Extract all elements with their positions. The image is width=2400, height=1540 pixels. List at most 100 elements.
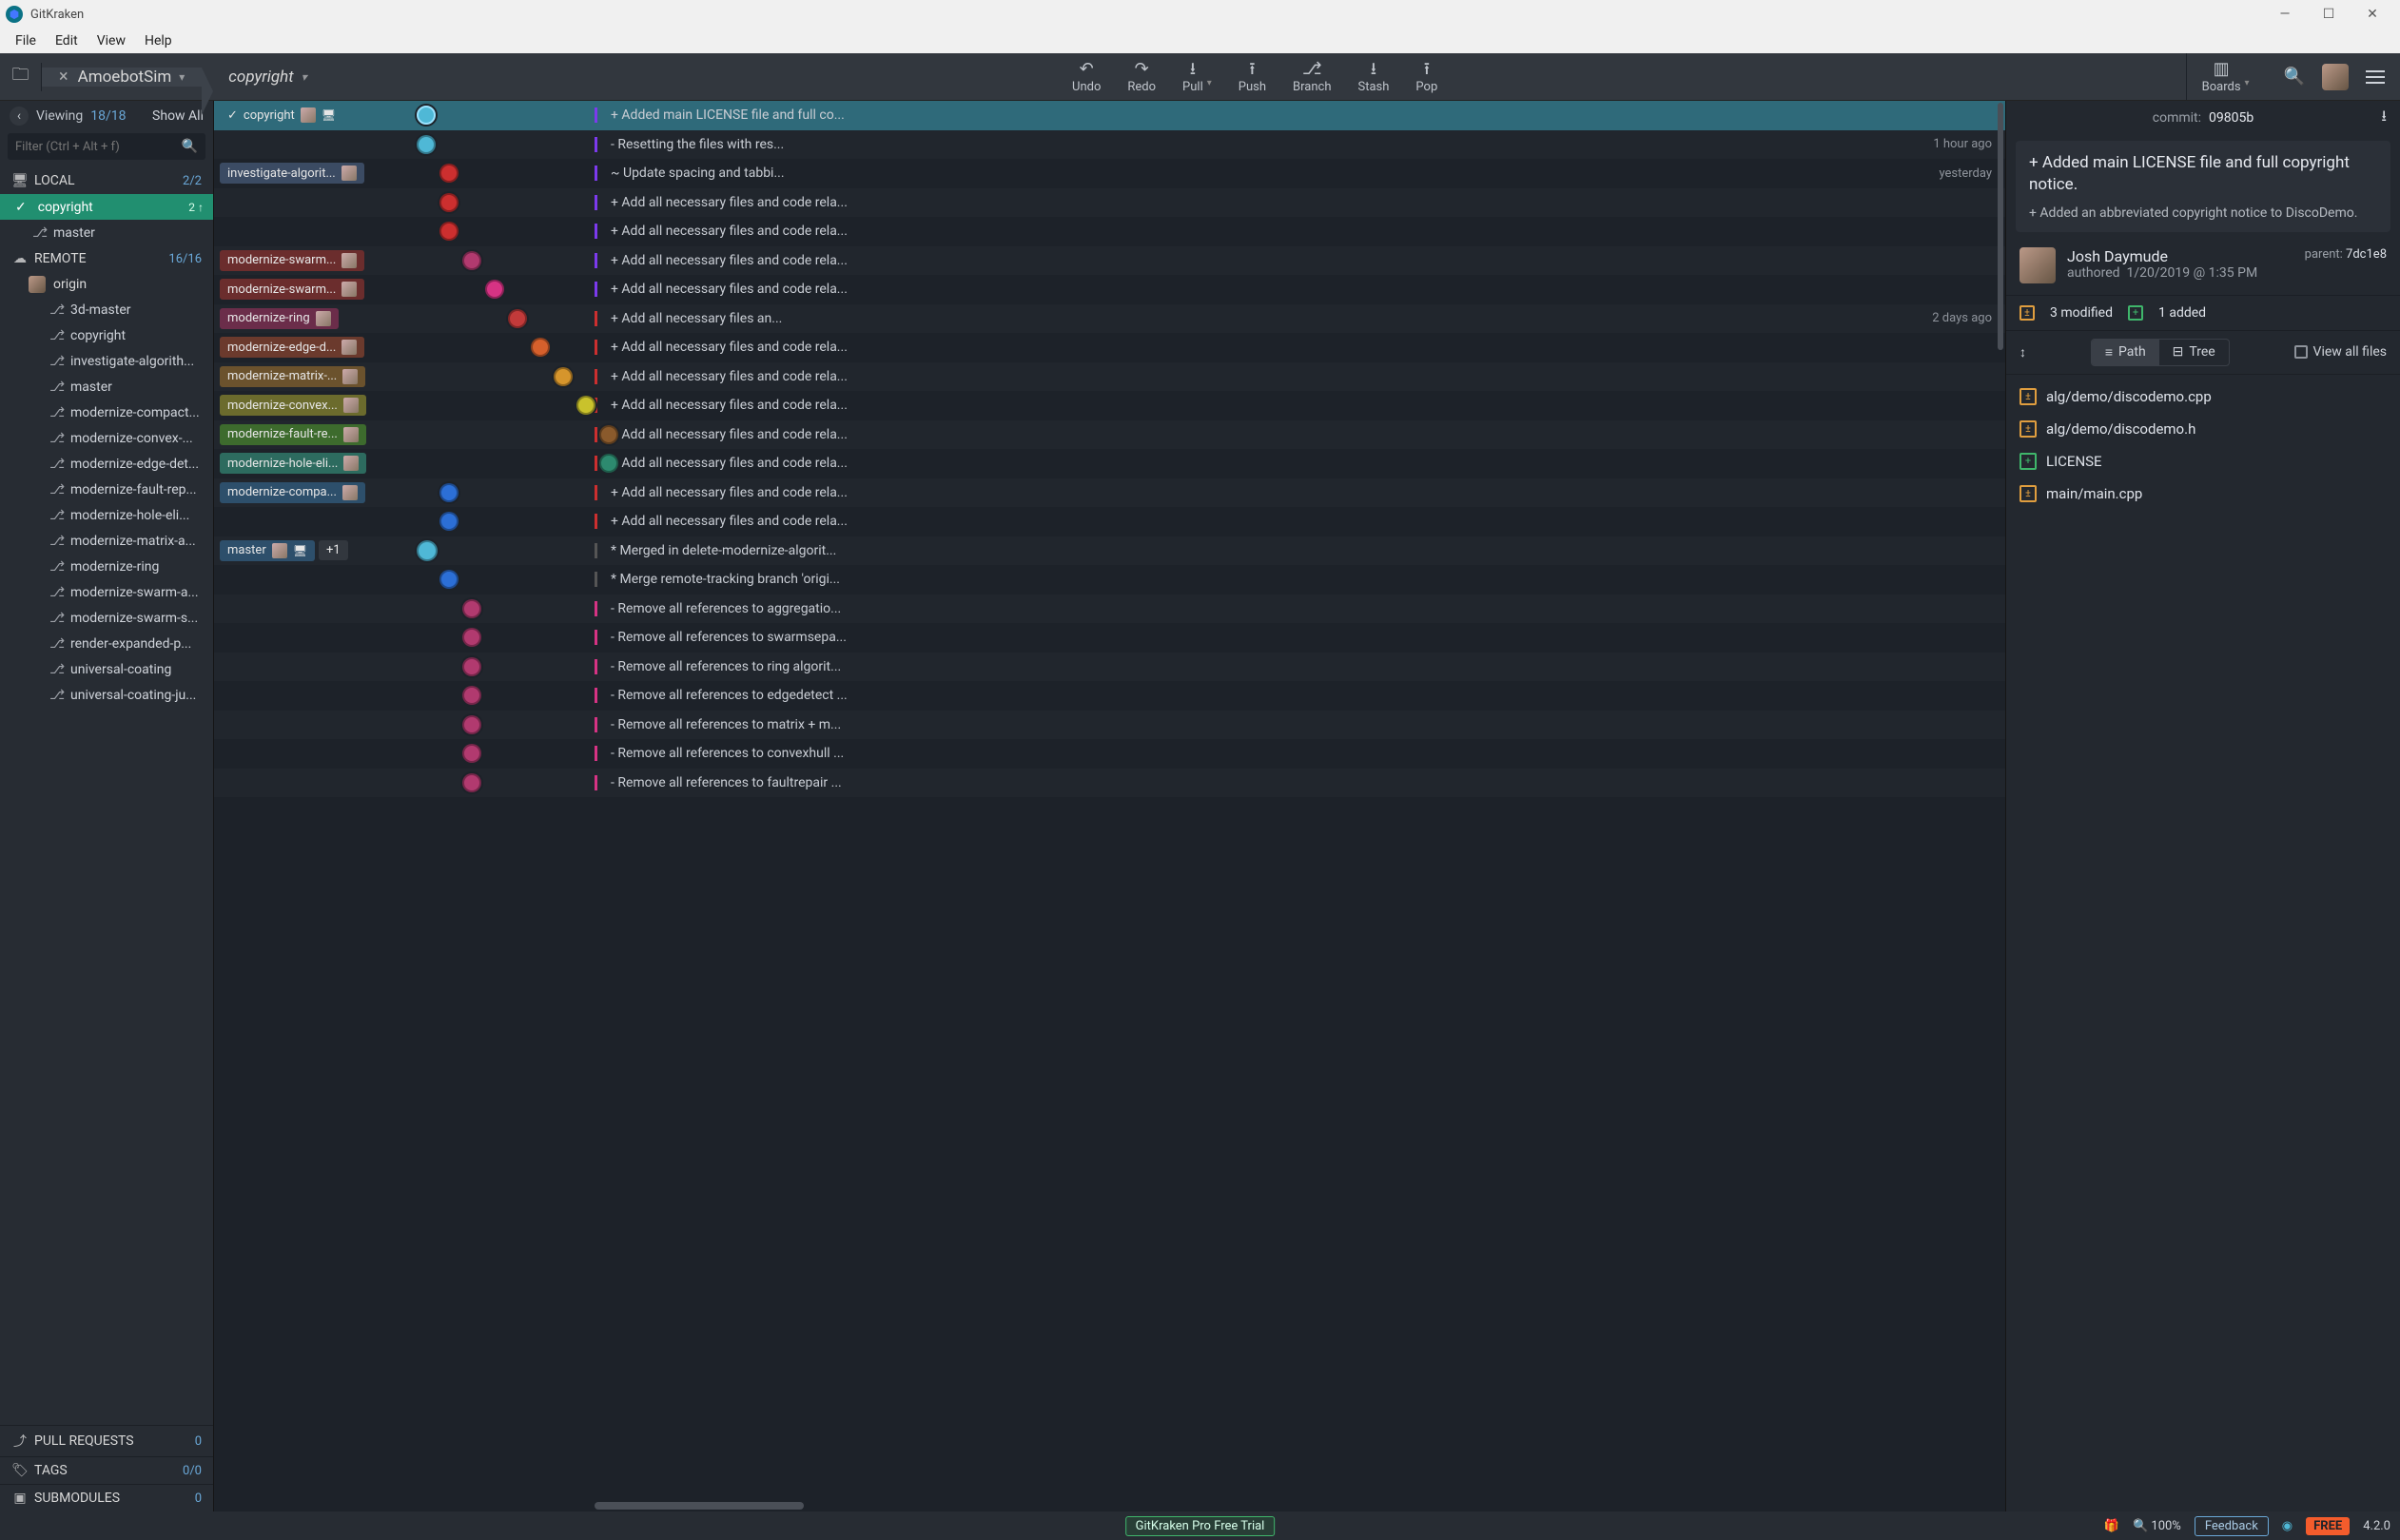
commit-row[interactable]: + Add all necessary files and code rela.… <box>214 217 2005 246</box>
search-button[interactable]: 🔍 <box>2284 67 2305 87</box>
branch-tag[interactable]: modernize-edge-d... <box>220 337 364 358</box>
commit-row[interactable]: - Remove all references to swarmsepa... <box>214 623 2005 653</box>
commit-node[interactable] <box>462 686 481 705</box>
local-section-header[interactable]: 🖥 LOCAL 2/2 <box>0 167 213 194</box>
local-branch-item[interactable]: ⎇master <box>0 220 213 245</box>
commit-node[interactable] <box>462 715 481 734</box>
commit-row[interactable]: modernize-ring+ Add all necessary files … <box>214 304 2005 334</box>
commit-row[interactable]: + Add all necessary files and code rela.… <box>214 188 2005 218</box>
close-tab-icon[interactable]: × <box>59 68 68 86</box>
commit-row[interactable]: master🖥+1* Merged in delete-modernize-al… <box>214 536 2005 566</box>
commit-node[interactable] <box>508 309 527 328</box>
submodules-header[interactable]: ▣ SUBMODULES 0 <box>0 1484 213 1511</box>
remote-origin[interactable]: origin <box>0 272 213 297</box>
tree-toggle[interactable]: ⊟Tree <box>2159 340 2229 365</box>
settings-menu-button[interactable] <box>2366 70 2385 84</box>
pop-button[interactable]: ⭱Pop <box>1415 60 1437 94</box>
zoom-control[interactable]: 🔍 100% <box>2133 1519 2181 1533</box>
branch-tag[interactable]: modernize-swarm... <box>220 250 364 271</box>
commit-row[interactable]: investigate-algorit...~ Update spacing a… <box>214 159 2005 188</box>
branch-tag[interactable]: modernize-compa... <box>220 482 365 503</box>
filter-input[interactable] <box>15 133 182 160</box>
branch-tag[interactable]: ✓copyright🖥 <box>220 105 343 126</box>
menu-view[interactable]: View <box>88 31 135 50</box>
undo-button[interactable]: ↶Undo <box>1072 60 1101 94</box>
remote-branch-item[interactable]: ⎇render-expanded-p... <box>0 631 213 656</box>
commit-node[interactable] <box>531 338 550 357</box>
commit-row[interactable]: - Remove all references to faultrepair .… <box>214 769 2005 798</box>
commit-node[interactable] <box>439 193 459 212</box>
trial-badge[interactable]: GitKraken Pro Free Trial <box>1125 1516 1276 1536</box>
push-button[interactable]: ⭱Push <box>1239 60 1266 94</box>
commit-row[interactable]: ✓copyright🖥+ Added main LICENSE file and… <box>214 101 2005 130</box>
branch-tag[interactable]: modernize-swarm... <box>220 279 364 300</box>
branch-tag[interactable]: modernize-ring <box>220 308 339 329</box>
redo-button[interactable]: ↷Redo <box>1127 60 1156 94</box>
stash-button[interactable]: ⭳Stash <box>1358 60 1390 94</box>
window-minimize-button[interactable]: — <box>2263 0 2307 29</box>
gift-icon[interactable]: 🎁 <box>2104 1519 2119 1533</box>
remote-branch-item[interactable]: ⎇modernize-hole-eli... <box>0 502 213 528</box>
commit-node[interactable] <box>462 599 481 618</box>
changed-file-item[interactable]: ±main/main.cpp <box>2006 478 2400 510</box>
open-repo-button[interactable]: 🗀 <box>0 63 42 91</box>
commit-row[interactable]: modernize-fault-re...+ Add all necessary… <box>214 420 2005 450</box>
commit-node[interactable] <box>462 773 481 792</box>
path-toggle[interactable]: ≡Path <box>2092 340 2159 365</box>
commit-row[interactable]: * Merge remote-tracking branch 'origi... <box>214 565 2005 595</box>
commit-node[interactable] <box>485 280 504 299</box>
pull-button[interactable]: ⭳Pull <box>1182 60 1203 94</box>
commit-row[interactable]: - Resetting the files with res...1 hour … <box>214 130 2005 160</box>
commit-node[interactable] <box>462 744 481 763</box>
remote-branch-item[interactable]: ⎇universal-coating <box>0 656 213 682</box>
commit-row[interactable]: modernize-hole-eli...+ Add all necessary… <box>214 449 2005 478</box>
commit-node[interactable] <box>417 540 438 561</box>
support-icon[interactable]: ◉ <box>2282 1519 2293 1533</box>
remote-branch-item[interactable]: ⎇investigate-algorith... <box>0 348 213 374</box>
commit-node[interactable] <box>554 367 573 386</box>
branch-crumb[interactable]: copyright ▾ <box>202 68 323 87</box>
menu-file[interactable]: File <box>6 31 46 50</box>
commit-node[interactable] <box>462 251 481 270</box>
remote-branch-item[interactable]: ⎇modernize-edge-det... <box>0 451 213 477</box>
branch-tag[interactable]: investigate-algorit... <box>220 163 364 184</box>
remote-branch-item[interactable]: ⎇modernize-fault-rep... <box>0 477 213 502</box>
window-close-button[interactable]: ✕ <box>2351 0 2394 29</box>
commit-node[interactable] <box>439 512 459 531</box>
commit-row[interactable]: - Remove all references to ring algorit.… <box>214 653 2005 682</box>
chevron-down-icon[interactable]: ▾ <box>1207 78 1212 88</box>
commit-row[interactable]: modernize-compa...+ Add all necessary fi… <box>214 478 2005 508</box>
remote-branch-item[interactable]: ⎇3d-master <box>0 297 213 322</box>
commit-row[interactable]: modernize-convex...+ Add all necessary f… <box>214 391 2005 420</box>
commit-node[interactable] <box>439 164 459 183</box>
branch-tag[interactable]: +1 <box>319 540 348 560</box>
commit-node[interactable] <box>599 454 618 473</box>
commit-row[interactable]: modernize-matrix-...+ Add all necessary … <box>214 362 2005 392</box>
menu-help[interactable]: Help <box>135 31 182 50</box>
commit-node[interactable] <box>417 106 436 125</box>
sort-button[interactable]: ↕ <box>2020 344 2026 361</box>
show-all-link[interactable]: Show All <box>152 108 204 124</box>
commit-node[interactable] <box>439 483 459 502</box>
window-maximize-button[interactable]: ☐ <box>2307 0 2351 29</box>
commit-row[interactable]: - Remove all references to aggregatio... <box>214 595 2005 624</box>
commit-node[interactable] <box>576 396 595 415</box>
commit-row[interactable]: - Remove all references to convexhull ..… <box>214 739 2005 769</box>
chevron-down-icon[interactable]: ▾ <box>2245 78 2250 88</box>
local-branch-item[interactable]: ✓copyright2 ↑ <box>0 194 213 220</box>
changed-file-item[interactable]: +LICENSE <box>2006 445 2400 478</box>
commit-node[interactable] <box>462 657 481 676</box>
changed-file-item[interactable]: ±alg/demo/discodemo.cpp <box>2006 380 2400 413</box>
remote-branch-item[interactable]: ⎇universal-coating-ju... <box>0 682 213 708</box>
boards-button[interactable]: ▥Boards <box>2202 60 2241 94</box>
scrollbar-vertical[interactable] <box>1996 101 2005 1500</box>
branch-tag[interactable]: modernize-matrix-... <box>220 366 365 387</box>
menu-edit[interactable]: Edit <box>46 31 88 50</box>
pull-requests-header[interactable]: ⤴ PULL REQUESTS 0 <box>0 1425 213 1456</box>
remote-branch-item[interactable]: ⎇modernize-matrix-a... <box>0 528 213 554</box>
download-icon[interactable]: ⭳ <box>2381 106 2387 131</box>
commit-sha[interactable]: 09805b <box>2209 110 2254 126</box>
branch-tag[interactable]: modernize-fault-re... <box>220 424 366 445</box>
branch-button[interactable]: ⎇Branch <box>1293 60 1331 94</box>
filter-field[interactable]: 🔍 <box>8 133 205 160</box>
